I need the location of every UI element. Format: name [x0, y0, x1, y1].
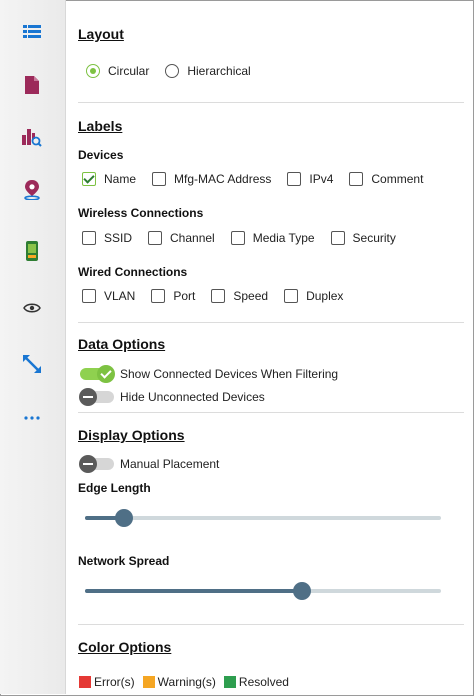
- eye-icon[interactable]: [20, 296, 44, 320]
- data-options-title: Data Options: [78, 336, 166, 352]
- bar-chart-search-icon[interactable]: [20, 125, 44, 149]
- devices-options: Name Mfg-MAC Address IPv4 Comment: [82, 172, 423, 186]
- legend-error[interactable]: Error(s): [79, 675, 135, 689]
- edge-length-label: Edge Length: [78, 481, 151, 495]
- color-legend: Error(s) Warning(s) Resolved: [79, 675, 305, 689]
- labels-title: Labels: [78, 118, 123, 134]
- display-options-title: Display Options: [78, 427, 185, 443]
- resolved-swatch: [223, 676, 236, 688]
- toggle-hide-unconnected[interactable]: Hide Unconnected Devices: [79, 388, 265, 406]
- radio-circular[interactable]: [86, 64, 100, 78]
- checkbox-ipv4[interactable]: IPv4: [287, 172, 333, 186]
- legend-warning[interactable]: Warning(s): [142, 675, 216, 689]
- resize-arrows-icon[interactable]: [20, 352, 44, 376]
- divider: [78, 412, 464, 413]
- layout-options: Circular Hierarchical: [86, 64, 267, 78]
- divider: [78, 102, 464, 103]
- list-icon[interactable]: [20, 20, 44, 44]
- layout-option-circular[interactable]: Circular: [86, 64, 149, 78]
- checkbox-comment[interactable]: Comment: [349, 172, 423, 186]
- checkbox-channel[interactable]: Channel: [148, 231, 215, 245]
- document-icon[interactable]: [20, 73, 44, 97]
- devices-title: Devices: [78, 148, 124, 162]
- checkbox-vlan[interactable]: VLAN: [82, 289, 135, 303]
- layout-option-hierarchical[interactable]: Hierarchical: [165, 64, 251, 78]
- error-swatch: [79, 676, 91, 688]
- checkbox-name[interactable]: Name: [82, 172, 136, 186]
- options-content: Layout Circular Hierarchical Labels Devi…: [78, 0, 464, 694]
- radio-hierarchical[interactable]: [165, 64, 180, 78]
- mobile-device-icon[interactable]: [20, 239, 44, 263]
- checkbox-port[interactable]: Port: [151, 289, 195, 303]
- checkbox-duplex[interactable]: Duplex: [284, 289, 343, 303]
- toggle-manual-placement[interactable]: Manual Placement: [79, 455, 219, 473]
- checkbox-mfg-mac[interactable]: Mfg-MAC Address: [152, 172, 271, 186]
- warning-swatch: [142, 676, 155, 688]
- checkbox-security[interactable]: Security: [330, 231, 396, 245]
- color-options-title: Color Options: [78, 639, 172, 655]
- slider-fill: [85, 589, 303, 593]
- checkbox-speed[interactable]: Speed: [211, 289, 268, 303]
- network-spread-label: Network Spread: [78, 554, 170, 568]
- wired-options: VLAN Port Speed Duplex: [82, 289, 343, 303]
- slider-thumb[interactable]: [293, 582, 312, 600]
- legend-resolved[interactable]: Resolved: [223, 675, 289, 689]
- divider: [78, 624, 464, 625]
- checkbox-media-type[interactable]: Media Type: [230, 231, 315, 245]
- minus-icon: [79, 455, 97, 473]
- location-pin-icon[interactable]: [20, 178, 44, 202]
- checkbox-ssid[interactable]: SSID: [82, 231, 132, 245]
- minus-icon: [79, 388, 97, 406]
- edge-length-slider[interactable]: [85, 509, 441, 527]
- slider-thumb[interactable]: [115, 509, 134, 527]
- network-spread-slider[interactable]: [85, 582, 441, 600]
- wireless-options: SSID Channel Media Type Security: [82, 231, 396, 245]
- sidebar: [0, 0, 66, 694]
- layout-title: Layout: [78, 26, 124, 42]
- divider: [78, 322, 464, 323]
- toggle-show-connected[interactable]: Show Connected Devices When Filtering: [80, 365, 338, 383]
- check-icon: [97, 365, 115, 383]
- more-icon[interactable]: [20, 406, 44, 430]
- wired-title: Wired Connections: [78, 265, 188, 279]
- wireless-title: Wireless Connections: [78, 206, 204, 220]
